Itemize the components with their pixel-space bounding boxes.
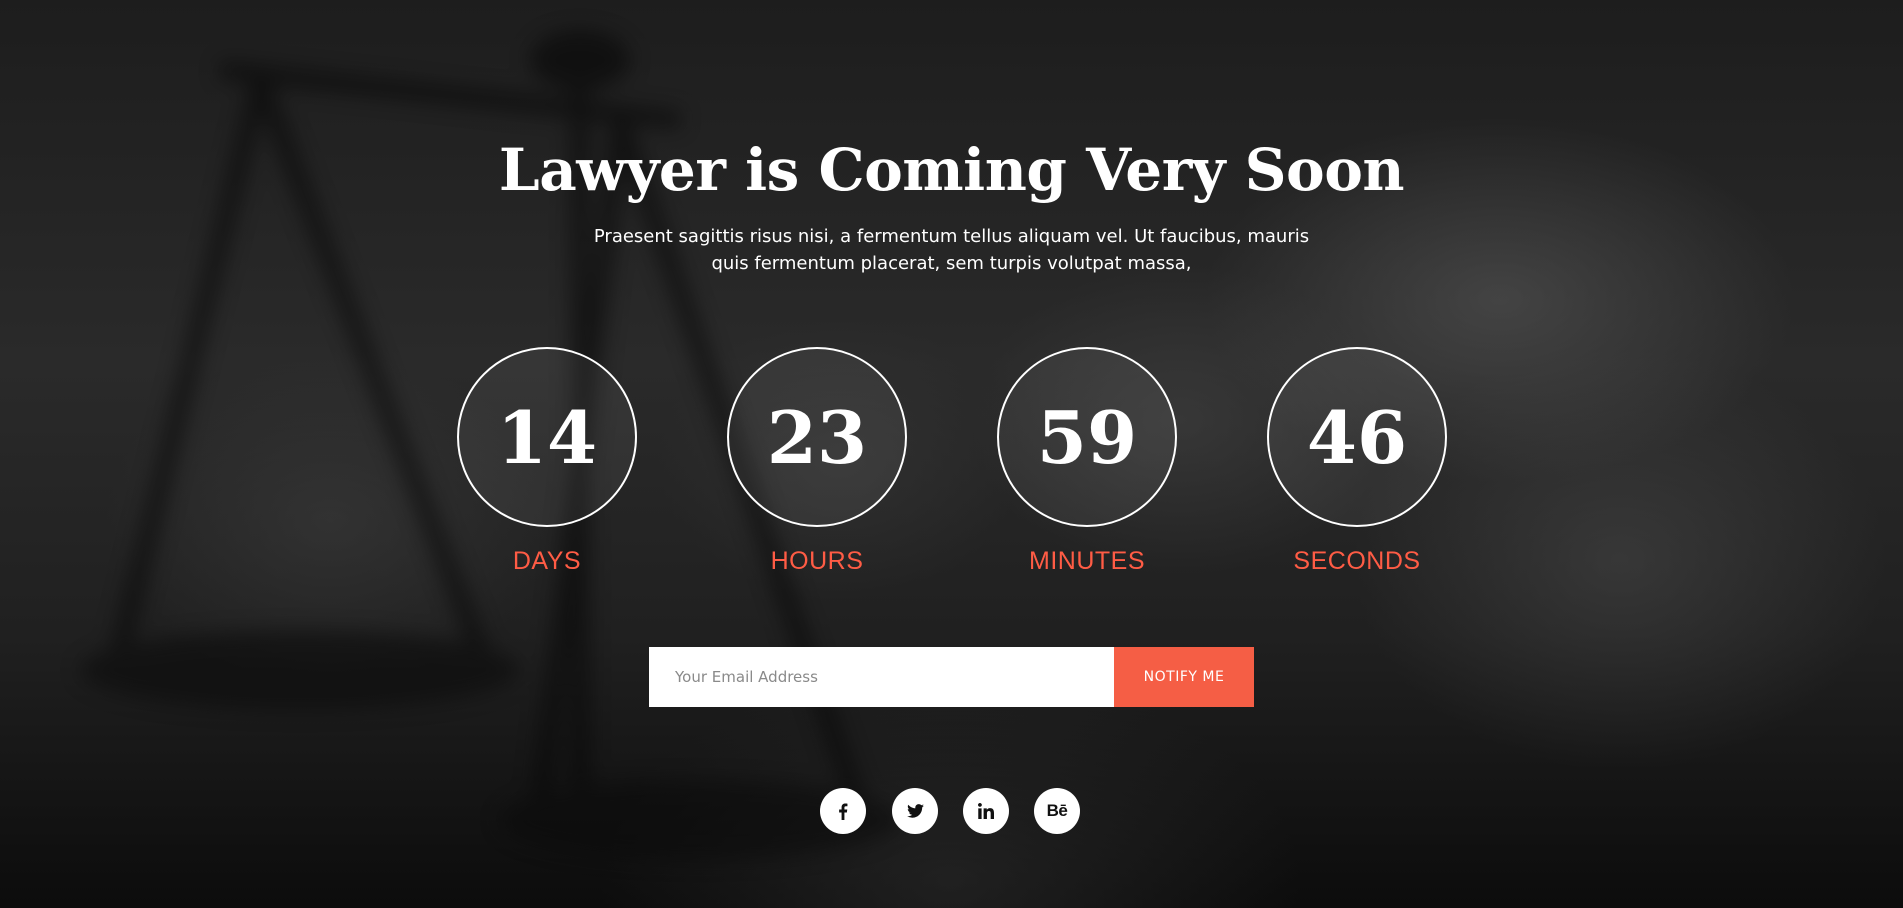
subtitle-line-2: quis fermentum placerat, sem turpis volu…	[711, 253, 1192, 274]
minutes-value: 59	[997, 347, 1177, 527]
countdown-timer: 14 DAYS 23 HOURS 59 MINUTES 46 SECONDS	[457, 347, 1447, 577]
behance-button[interactable]: Bē	[1034, 788, 1080, 834]
seconds-value: 46	[1267, 347, 1447, 527]
countdown-days: 14 DAYS	[457, 347, 637, 576]
days-value: 14	[457, 347, 637, 527]
behance-icon: Bē	[1046, 801, 1068, 820]
coming-soon-section: Lawyer is Coming Very Soon Praesent sagi…	[0, 0, 1903, 908]
seconds-label: SECONDS	[1293, 547, 1421, 575]
facebook-icon	[839, 802, 848, 820]
linkedin-button[interactable]	[963, 788, 1009, 834]
hours-value: 23	[727, 347, 907, 527]
linkedin-icon	[978, 803, 994, 819]
facebook-button[interactable]	[820, 788, 866, 834]
social-links: Bē	[820, 788, 1084, 834]
subtitle-line-1: Praesent sagittis risus nisi, a fermentu…	[593, 226, 1310, 247]
twitter-button[interactable]	[892, 788, 938, 834]
countdown-seconds: 46 SECONDS	[1267, 347, 1447, 576]
hours-label: HOURS	[770, 547, 864, 575]
notify-me-button[interactable]: NOTIFY ME	[1114, 647, 1254, 707]
page-subtitle: Praesent sagittis risus nisi, a fermentu…	[0, 223, 1903, 277]
countdown-minutes: 59 MINUTES	[997, 347, 1177, 576]
subscribe-form: NOTIFY ME	[649, 647, 1254, 707]
page-title: Lawyer is Coming Very Soon	[498, 136, 1405, 204]
minutes-label: MINUTES	[1029, 547, 1145, 575]
email-input[interactable]	[649, 647, 1114, 707]
twitter-icon	[906, 804, 924, 818]
countdown-hours: 23 HOURS	[727, 347, 907, 576]
days-label: DAYS	[512, 547, 582, 575]
